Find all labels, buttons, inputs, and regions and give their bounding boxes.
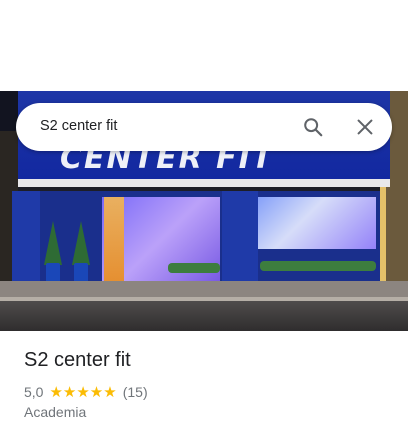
photo-hedge [168,263,220,273]
rating-value: 5,0 [24,384,44,400]
rating-row[interactable]: 5,0 ★★★★★ (15) [24,383,148,401]
photo-door [104,197,124,285]
photo-facade-stripe [18,179,390,187]
search-bar[interactable]: S2 center fit [16,103,392,151]
search-icon[interactable] [302,116,324,138]
photo-pillar [222,191,258,287]
place-title[interactable]: S2 center fit [24,349,131,372]
photo-window-right [258,197,376,249]
place-category: Academia [24,404,87,420]
photo-street [0,301,408,331]
photo-tree [44,221,62,265]
photo-pillar [12,191,40,287]
review-count[interactable]: (15) [123,384,148,400]
photo-hedge [260,261,376,271]
close-icon[interactable] [354,116,376,138]
star-rating-icon: ★★★★★ [49,384,117,401]
search-input[interactable]: S2 center fit [40,118,117,134]
photo-tree [72,221,90,265]
